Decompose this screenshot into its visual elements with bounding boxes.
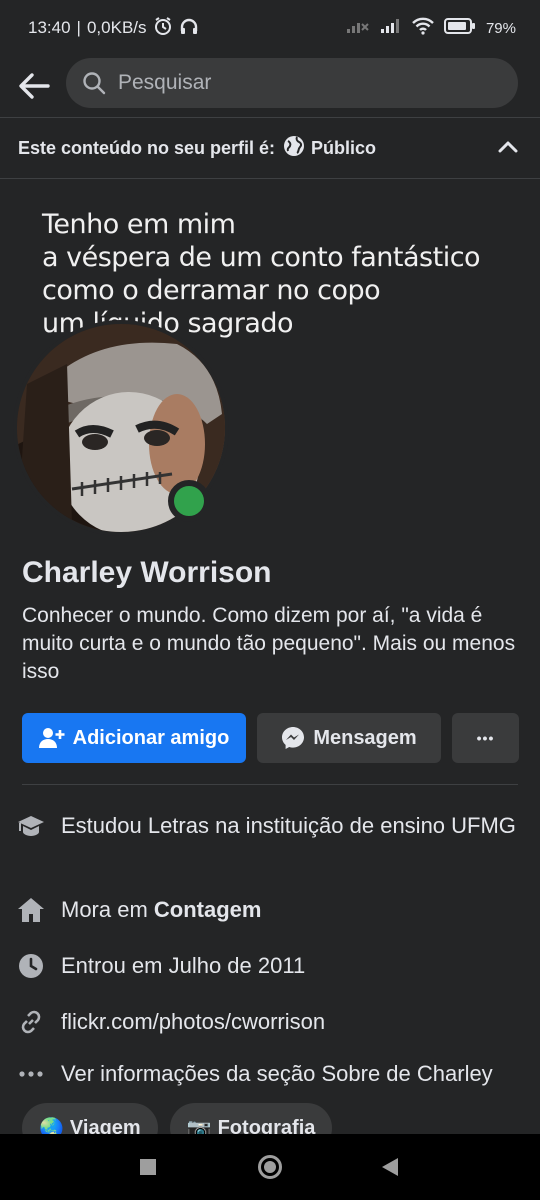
lives-prefix: Mora em (61, 897, 154, 922)
signal-off-icon (346, 18, 370, 38)
message-label: Mensagem (313, 726, 417, 749)
triangle-back-icon (382, 1158, 398, 1176)
divider (22, 784, 518, 785)
more-options-button[interactable]: ••• (452, 713, 519, 763)
back-nav-button[interactable] (360, 1134, 420, 1200)
square-icon (140, 1159, 156, 1175)
circle-icon (258, 1155, 282, 1179)
graduation-cap-icon (16, 812, 46, 840)
joined-text: Entrou em Julho de 2011 (61, 953, 306, 978)
signal-icon (380, 18, 402, 38)
search-icon (83, 72, 106, 95)
status-time: 13:40 (28, 18, 71, 37)
cover-line: a véspera de um conto fantástico (42, 242, 481, 273)
home-button[interactable] (240, 1134, 300, 1200)
link-icon (16, 1008, 46, 1036)
message-button[interactable]: Mensagem (257, 713, 441, 763)
home-icon (16, 896, 46, 924)
lives-city-link[interactable]: Contagem (154, 896, 262, 924)
privacy-value: Público (311, 137, 377, 158)
more-dots-icon (16, 1060, 46, 1088)
education-text: Estudou Letras na instituição de ensino … (61, 813, 516, 838)
search-input[interactable] (118, 71, 478, 95)
info-education: Estudou Letras na instituição de ensino … (16, 812, 526, 840)
add-friend-icon (38, 728, 65, 748)
privacy-label: Este conteúdo no seu perfil é: (18, 137, 276, 158)
see-about-text: Ver informações da seção Sobre de Charle… (61, 1061, 493, 1086)
website-link[interactable]: flickr.com/photos/cworrison (61, 1008, 325, 1036)
more-icon: ••• (476, 730, 495, 746)
info-lives-in: Mora em Contagem (16, 896, 526, 924)
status-bar: 13:40 | 0,0KB/s 79% (0, 0, 540, 56)
system-nav-bar (0, 1134, 540, 1200)
cover-line: como o derramar no copo (42, 275, 381, 306)
battery-icon (443, 18, 476, 38)
arrow-left-icon (19, 73, 50, 99)
header (0, 56, 540, 116)
profile-bio: Conhecer o mundo. Como dizem por aí, "a … (22, 604, 516, 683)
alarm-icon (153, 16, 173, 41)
status-net-speed: 0,0KB/s (86, 18, 147, 37)
chevron-up-icon[interactable] (498, 138, 518, 159)
privacy-bar[interactable]: Este conteúdo no seu perfil é: Público (0, 117, 540, 179)
add-friend-label: Adicionar amigo (72, 726, 230, 749)
search-bar[interactable] (66, 58, 518, 108)
wifi-icon (412, 17, 434, 39)
clock-icon (16, 952, 46, 980)
globe-icon (283, 135, 305, 162)
recents-button[interactable] (118, 1134, 178, 1200)
info-joined: Entrou em Julho de 2011 (16, 952, 526, 980)
headphones-icon (179, 16, 199, 41)
back-button[interactable] (14, 66, 54, 106)
info-website[interactable]: flickr.com/photos/cworrison (16, 1008, 526, 1036)
battery-level: 79% (485, 19, 516, 37)
add-friend-button[interactable]: Adicionar amigo (22, 713, 246, 763)
cover-line: Tenho em mim (42, 209, 236, 240)
profile-name: Charley Worrison (22, 556, 272, 589)
messenger-icon (282, 727, 305, 749)
info-see-about[interactable]: Ver informações da seção Sobre de Charle… (16, 1060, 526, 1088)
online-status-indicator (168, 480, 210, 522)
